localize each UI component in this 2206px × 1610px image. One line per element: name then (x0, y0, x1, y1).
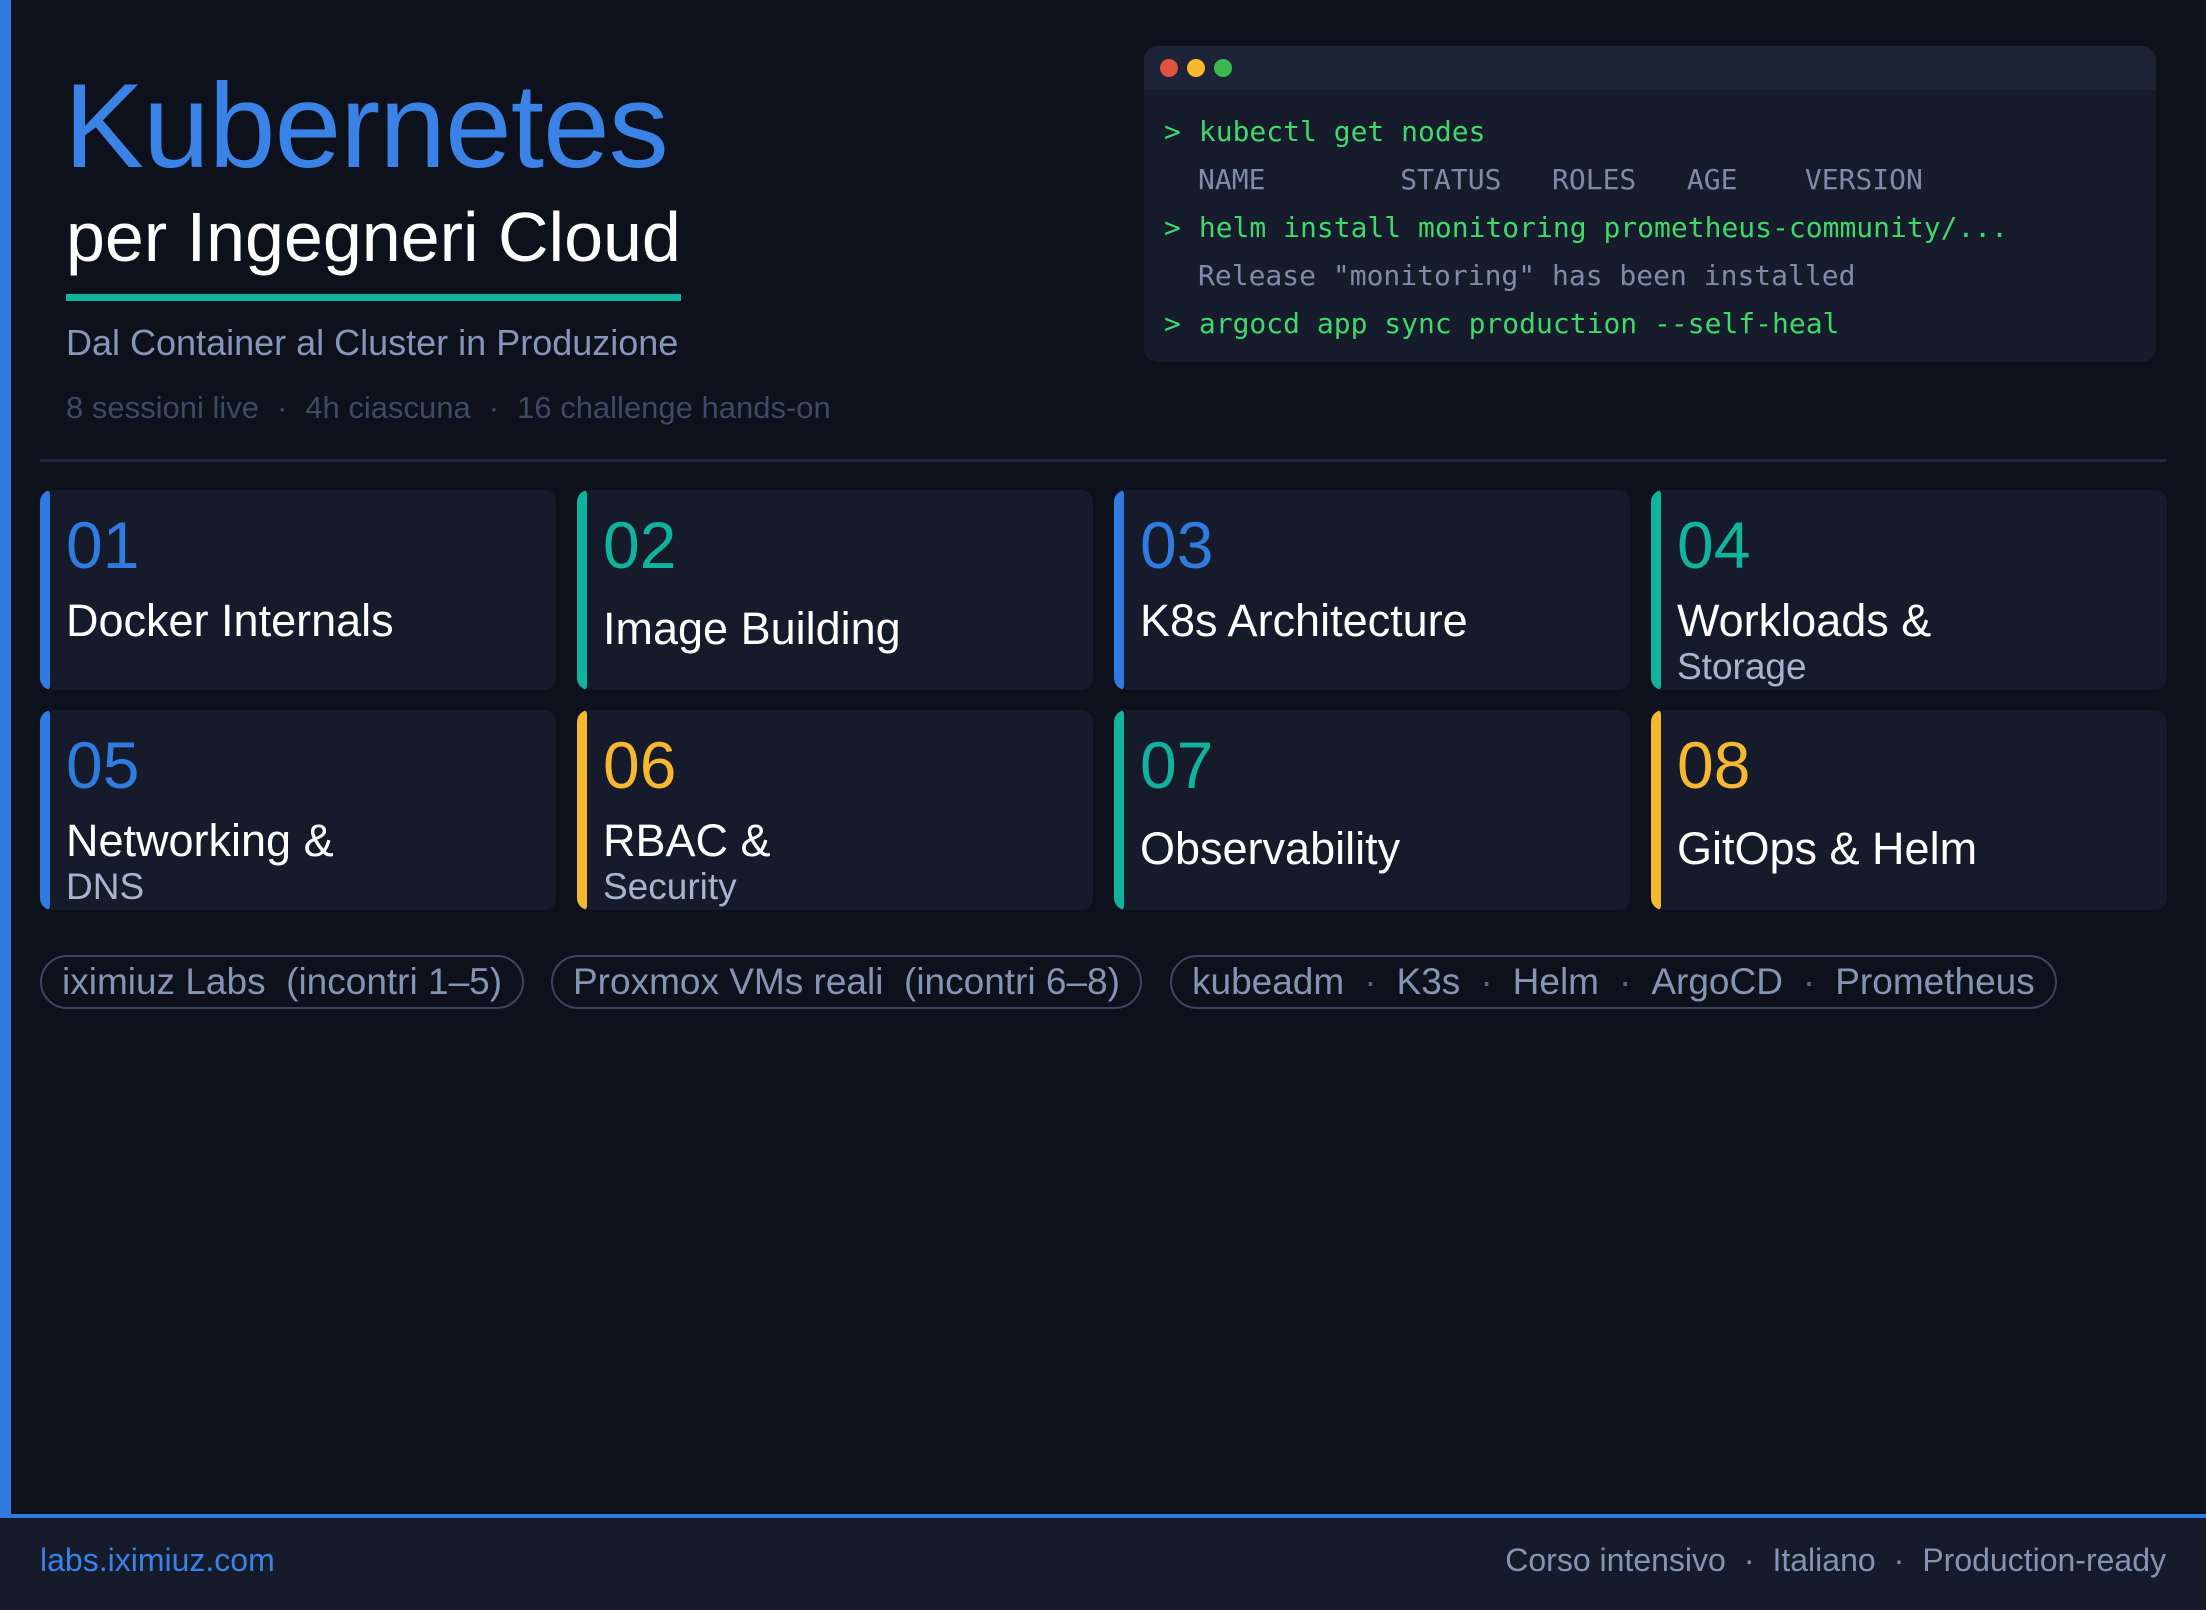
meta-separator: · (488, 390, 500, 425)
close-dot-icon (1160, 59, 1178, 77)
module-accent-bar (40, 710, 50, 910)
footer-separator: · (1893, 1542, 1905, 1578)
tool-separator: · (1480, 961, 1493, 1002)
command-text: helm install monitoring prometheus-commu… (1198, 211, 2009, 244)
module-card-05: 05 Networking & DNS (40, 710, 556, 910)
meta-sessions: 8 sessioni live (66, 390, 259, 425)
terminal-command-line: > kubectl get nodes (1164, 115, 1485, 148)
prompt-icon: > (1164, 307, 1181, 340)
command-text: argocd app sync production --self-heal (1198, 307, 1840, 340)
tool-prometheus: Prometheus (1835, 961, 2035, 1002)
command-text: kubectl get nodes (1198, 115, 1486, 148)
module-number: 02 (603, 508, 677, 582)
meta-challenges: 16 challenge hands-on (517, 390, 831, 425)
module-accent-bar (1651, 490, 1661, 690)
footer-url-link[interactable]: labs.iximiuz.com (40, 1542, 275, 1579)
module-card-02: 02 Image Building (577, 490, 1093, 690)
tool-k3s: K3s (1396, 961, 1461, 1002)
module-number: 08 (1677, 728, 1751, 802)
module-accent-bar (577, 710, 587, 910)
tools-pill: kubeadm · K3s · Helm · ArgoCD · Prometheus (1170, 955, 2057, 1009)
tool-argocd: ArgoCD (1651, 961, 1783, 1002)
tool-separator: · (1618, 961, 1632, 1002)
terminal-command-line: > argocd app sync production --self-heal (1164, 307, 1839, 340)
maximize-dot-icon (1214, 59, 1232, 77)
meta-separator: · (276, 390, 288, 425)
footer-tags: Corso intensivo · Italiano · Production-read… (1505, 1542, 2166, 1579)
tool-helm: Helm (1512, 961, 1599, 1002)
module-card-08: 08 GitOps & Helm (1651, 710, 2167, 910)
module-accent-bar (577, 490, 587, 690)
left-accent-bar (0, 0, 11, 1516)
module-title: Observability (1140, 823, 1401, 874)
module-title: K8s Architecture (1140, 595, 1468, 646)
module-title: Workloads & (1677, 595, 1932, 646)
minimize-dot-icon (1187, 59, 1205, 77)
prompt-icon: > (1164, 211, 1181, 244)
module-card-07: 07 Observability (1114, 710, 1630, 910)
tool-kubeadm: kubeadm (1192, 961, 1345, 1002)
module-accent-bar (1114, 490, 1124, 690)
module-title: Image Building (603, 603, 901, 654)
terminal-command-line: > helm install monitoring prometheus-comm… (1164, 211, 2008, 244)
module-card-03: 03 K8s Architecture (1114, 490, 1630, 690)
prompt-icon: > (1164, 115, 1181, 148)
module-title: RBAC & (603, 815, 771, 866)
title-underline (66, 294, 681, 301)
course-meta: 8 sessioni live · 4h ciascuna · 16 challenge… (66, 390, 831, 426)
module-number: 01 (66, 508, 140, 582)
course-title: Kubernetes (64, 59, 669, 193)
module-card-06: 06 RBAC & Security (577, 710, 1093, 910)
footer-bar: labs.iximiuz.com Corso intensivo · Italian… (0, 1514, 2206, 1610)
tool-separator: · (1802, 961, 1816, 1002)
footer-tag: Italiano (1772, 1542, 1876, 1578)
terminal-output-line: Release "monitoring" has been installed (1198, 259, 1856, 292)
module-number: 03 (1140, 508, 1214, 582)
footer-separator: · (1743, 1542, 1755, 1578)
module-accent-bar (1651, 710, 1661, 910)
module-accent-bar (1114, 710, 1124, 910)
course-subtitle: per Ingegneri Cloud (66, 198, 681, 276)
module-subtitle: Security (603, 866, 737, 907)
terminal-titlebar (1144, 46, 2156, 90)
module-number: 05 (66, 728, 140, 802)
module-number: 06 (603, 728, 677, 802)
meta-duration: 4h ciascuna (305, 390, 471, 425)
labs-pill: iximiuz Labs (incontri 1–5) (40, 955, 525, 1009)
module-subtitle: Storage (1677, 646, 1807, 687)
proxmox-pill: Proxmox VMs reali (incontri 6–8) (551, 955, 1142, 1009)
module-title: GitOps & Helm (1677, 823, 1978, 874)
module-card-04: 04 Workloads & Storage (1651, 490, 2167, 690)
module-subtitle: DNS (66, 866, 145, 907)
module-title: Networking & (66, 815, 334, 866)
terminal-output-line: NAME STATUS ROLES AGE VERSION (1198, 163, 1923, 196)
module-accent-bar (40, 490, 50, 690)
footer-tag: Corso intensivo (1505, 1542, 1726, 1578)
course-tagline: Dal Container al Cluster in Produzione (66, 322, 679, 363)
module-number: 07 (1140, 728, 1214, 802)
section-divider (40, 459, 2166, 462)
module-card-01: 01 Docker Internals (40, 490, 556, 690)
terminal-window: > kubectl get nodes NAME STATUS ROLES AGE… (1144, 46, 2156, 362)
tool-separator: · (1364, 961, 1377, 1002)
footer-tag: Production-ready (1922, 1542, 2166, 1578)
module-number: 04 (1677, 508, 1751, 582)
module-title: Docker Internals (66, 595, 394, 646)
